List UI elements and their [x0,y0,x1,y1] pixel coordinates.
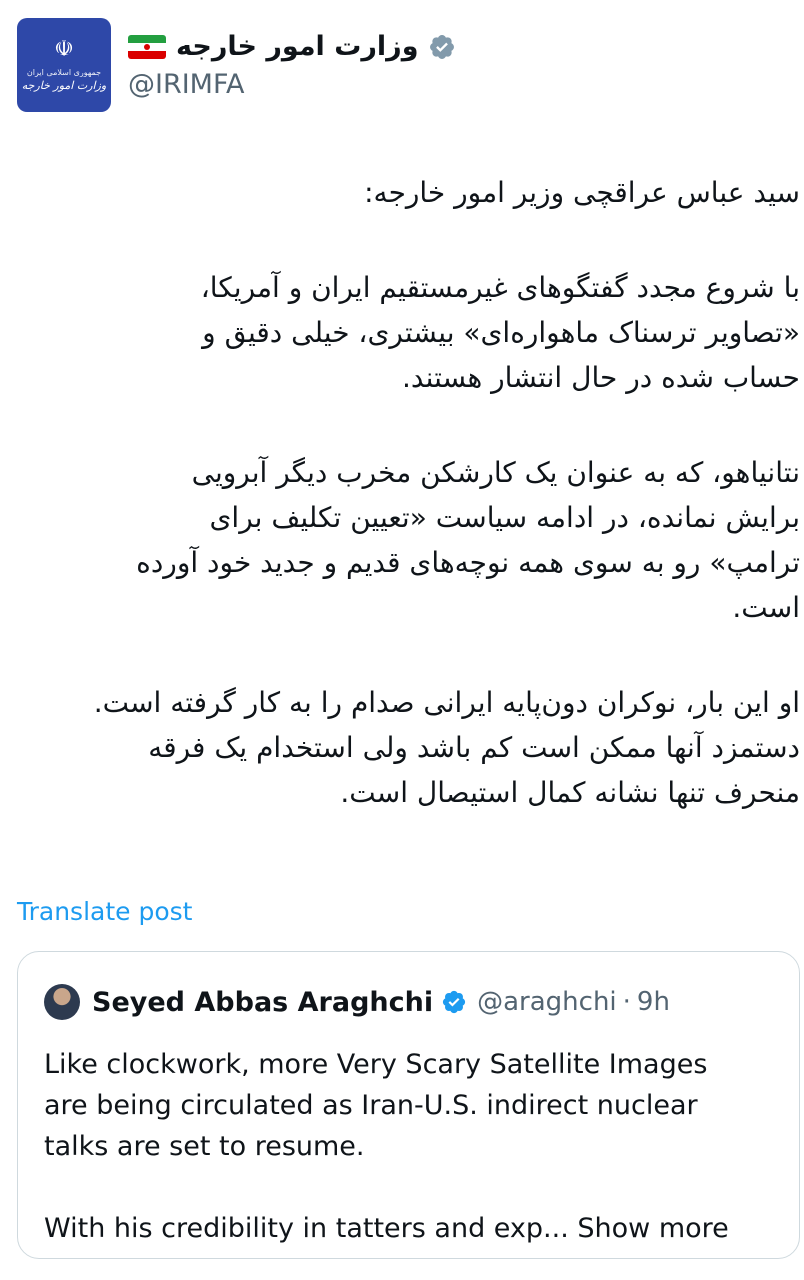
quoted-author-avatar[interactable] [44,984,80,1020]
avatar-caption-top: جمهوری اسلامی ایران [26,68,102,77]
avatar-caption-bottom: وزارت امور خارجه [21,79,107,92]
post-line: «تصاویر ترسناک ماهواره‌ای» بیشتری، خیلی … [202,316,800,349]
verified-gray-badge-icon [428,33,456,61]
post-line: برایش نمانده، در ادامه سیاست «تعیین تکلی… [209,501,801,534]
post-line: است. [732,591,800,624]
post-body: سید عباس عراقچی وزیر امور خارجه: با شروع… [16,170,800,815]
quoted-text-truncated: With his credibility in tatters and exp.… [44,1213,569,1244]
show-more-link[interactable]: Show more [577,1213,728,1244]
post-container: ☫ جمهوری اسلامی ایران وزارت امور خارجه و… [0,0,804,1280]
iran-flag-icon [128,35,166,59]
post-line: سید عباس عراقچی وزیر امور خارجه: [364,176,800,209]
quoted-author-name[interactable]: Seyed Abbas Araghchi [92,987,433,1018]
post-line: نتانیاهو، که به عنوان یک کارشکن مخرب دیگ… [191,456,800,489]
quoted-post-text: Like clockwork, more Very Scary Satellit… [44,1044,773,1249]
account-avatar[interactable]: ☫ جمهوری اسلامی ایران وزارت امور خارجه [17,18,111,112]
emblem-icon: ☫ [54,37,74,62]
display-name[interactable]: وزارت امور خارجه [176,26,418,68]
post-line: حساب شده در حال انتشار هستند. [402,361,800,394]
quoted-text-line: talks are set to resume. [44,1131,365,1162]
verified-blue-badge-icon [441,989,467,1015]
post-line: دستمزد آنها ممکن است کم باشد ولی استخدام… [148,731,800,764]
quoted-post-timestamp[interactable]: 9h [637,987,670,1017]
post-line: او این بار، نوکران دون‌پایه ایرانی صدام … [93,686,800,719]
account-handle[interactable]: @IRIMFA [128,68,245,102]
post-line: با شروع مجدد گفتگوهای غیرمستقیم ایران و … [200,271,800,304]
post-line: منحرف تنها نشانه کمال استیصال است. [340,776,800,809]
translate-post-link[interactable]: Translate post [17,895,192,929]
quoted-text-line-truncated: With his credibility in tatters and exp.… [44,1208,773,1249]
quoted-text-line: are being circulated as Iran-U.S. indire… [44,1090,698,1121]
quoted-post-header: Seyed Abbas Araghchi @araghchi · 9h [44,982,773,1022]
quoted-author-handle[interactable]: @araghchi [477,987,617,1017]
post-line: ترامپ» رو به سوی همه نوچه‌های قدیم و جدی… [136,546,800,579]
quoted-post-card[interactable]: Seyed Abbas Araghchi @araghchi · 9h Like… [17,951,800,1259]
separator-dot: · [622,987,631,1017]
display-name-row: وزارت امور خارجه [128,26,456,68]
quoted-text-line: Like clockwork, more Very Scary Satellit… [44,1049,708,1080]
